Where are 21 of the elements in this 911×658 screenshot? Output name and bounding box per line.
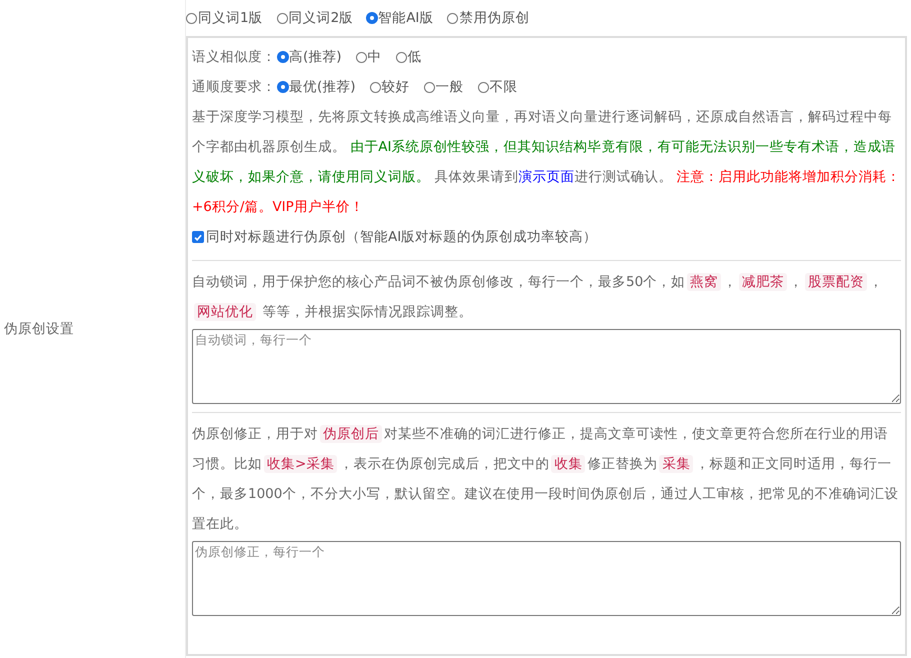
lock-words-description: 自动锁词，用于保护您的核心产品词不被伪原创修改，每行一个，最多50个，如 燕窝 ， 减肥茶 ， 股票配资 ， 网站优化 等等，并根据实际情况跟踪调整。 — [192, 272, 884, 323]
radio-option[interactable]: 同义词2版 — [276, 9, 354, 27]
radio-option[interactable]: 不限 — [478, 78, 518, 96]
lock-words-field[interactable]: 自动锁词，每行一个 — [192, 329, 901, 404]
radio-option[interactable]: 较好 — [370, 78, 410, 96]
correction-field[interactable]: 伪原创修正，每行一个 — [192, 541, 901, 616]
demo-link[interactable]: 演示页面 — [518, 169, 574, 185]
correction-description: 伪原创修正，用于对 伪原创后 对某些不准确的词汇进行修正，提高文章可读性，使文章更符合您所在行业的用语习惯。比如 收集>采集 ，表示在伪原创完成后，把文中的 收集 修正替换为 采集 ，标题和正文同时适用，每行一个，最多1000个，不分大小写，默认留空。建议在使用一段时间伪原创后，通过人工审核，把常见的不准确词汇设置在此。 — [192, 424, 900, 534]
radio-option[interactable]: 一般 — [424, 78, 464, 96]
section-label: 伪原创设置 — [4, 320, 74, 338]
option-label: 通顺度要求： — [192, 78, 276, 96]
radio-option[interactable]: 高(推荐) — [278, 48, 342, 66]
title-checkbox[interactable]: 同时对标题进行伪原创（智能AI版对标题的伪原创成功率较高） — [192, 222, 598, 252]
radio-option[interactable]: 最优(推荐) — [278, 78, 356, 96]
description-text: 基于深度学习模型，先将原文转换成高维语义向量，再对语义向量进行逐词解码，还原成自然语言，解码过程中每个字都由机器原创生成。 由于AI系统原创性较强，但其知识结构毕竟有限，有可能无法识别一些专有术语，造成语义破坏，如果介意，请使用同义词版。 具体效果请到演示页面进行测试确认。 注意：启用此功能将增加积分消耗：+6积分/篇。VIP用户半价！ — [192, 108, 901, 217]
radio-option[interactable]: 禁用伪原创 — [447, 9, 530, 27]
option-label: 语义相似度： — [192, 48, 276, 66]
radio-option[interactable]: 低 — [396, 48, 422, 66]
radio-option[interactable]: 智能AI版 — [367, 9, 434, 27]
radio-option[interactable]: 同义词1版 — [186, 9, 263, 27]
radio-option[interactable]: 中 — [356, 48, 382, 66]
